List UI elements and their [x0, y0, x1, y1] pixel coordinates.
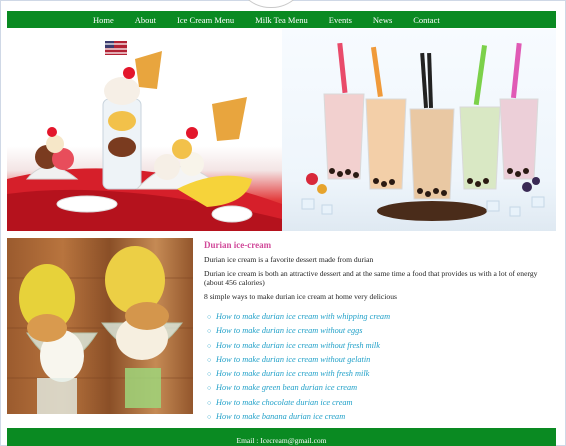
article-description: Durian ice cream is both an attractive d… — [204, 268, 538, 288]
article-intro: Durian ice cream is a favorite dessert m… — [204, 255, 374, 264]
bullet-icon: ○ — [207, 341, 212, 350]
nav-events[interactable]: Events — [329, 15, 352, 25]
article-ways: 8 simple ways to make durian ice cream a… — [204, 291, 397, 301]
article-content: Durian ice-cream Durian ice cream is a f… — [204, 240, 558, 424]
recipe-link[interactable]: ○ How to make green bean durian ice cream — [207, 381, 558, 395]
article-title: Durian ice-cream — [204, 240, 272, 250]
recipe-link[interactable]: ○ How to make banana durian ice cream — [207, 410, 558, 424]
footer: Email : Icecream@gmail.com — [7, 428, 556, 446]
bullet-icon: ○ — [207, 327, 212, 336]
bullet-icon: ○ — [207, 370, 212, 379]
nav-news[interactable]: News — [373, 15, 392, 25]
recipe-link-list: ○ How to make durian ice cream with whipp… — [204, 310, 558, 424]
main-nav: Home About Ice Cream Menu Milk Tea Menu … — [7, 11, 556, 28]
recipe-link[interactable]: ○ How to make durian ice cream with fresh… — [207, 367, 558, 381]
nav-contact[interactable]: Contact — [413, 15, 439, 25]
nav-about[interactable]: About — [135, 15, 156, 25]
bullet-icon: ○ — [207, 313, 212, 321]
durian-illustration — [7, 246, 193, 414]
recipe-link[interactable]: ○ How to make chocolate durian ice cream — [207, 396, 558, 410]
bullet-icon: ○ — [207, 384, 212, 393]
milk-tea-illustration — [301, 42, 545, 221]
sundae-illustration — [7, 41, 282, 231]
banner-ice-cream-image — [7, 29, 282, 231]
nav-home[interactable]: Home — [93, 15, 114, 25]
banner-milk-tea-image — [282, 29, 556, 231]
bullet-icon: ○ — [207, 413, 212, 422]
footer-email[interactable]: Email : Icecream@gmail.com — [237, 436, 327, 445]
durian-ice-cream-image — [7, 238, 193, 414]
bullet-icon: ○ — [207, 398, 212, 407]
recipe-link[interactable]: ○ How to make durian ice cream without ge… — [207, 353, 558, 367]
recipe-link[interactable]: ○ How to make durian ice cream without eg… — [207, 324, 558, 338]
bullet-icon: ○ — [207, 355, 212, 364]
recipe-link[interactable]: ○ How to make durian ice cream with whipp… — [207, 310, 558, 324]
recipe-link[interactable]: ○ How to make durian ice cream without fr… — [207, 339, 558, 353]
nav-ice-cream-menu[interactable]: Ice Cream Menu — [177, 15, 234, 25]
nav-milk-tea-menu[interactable]: Milk Tea Menu — [255, 15, 308, 25]
